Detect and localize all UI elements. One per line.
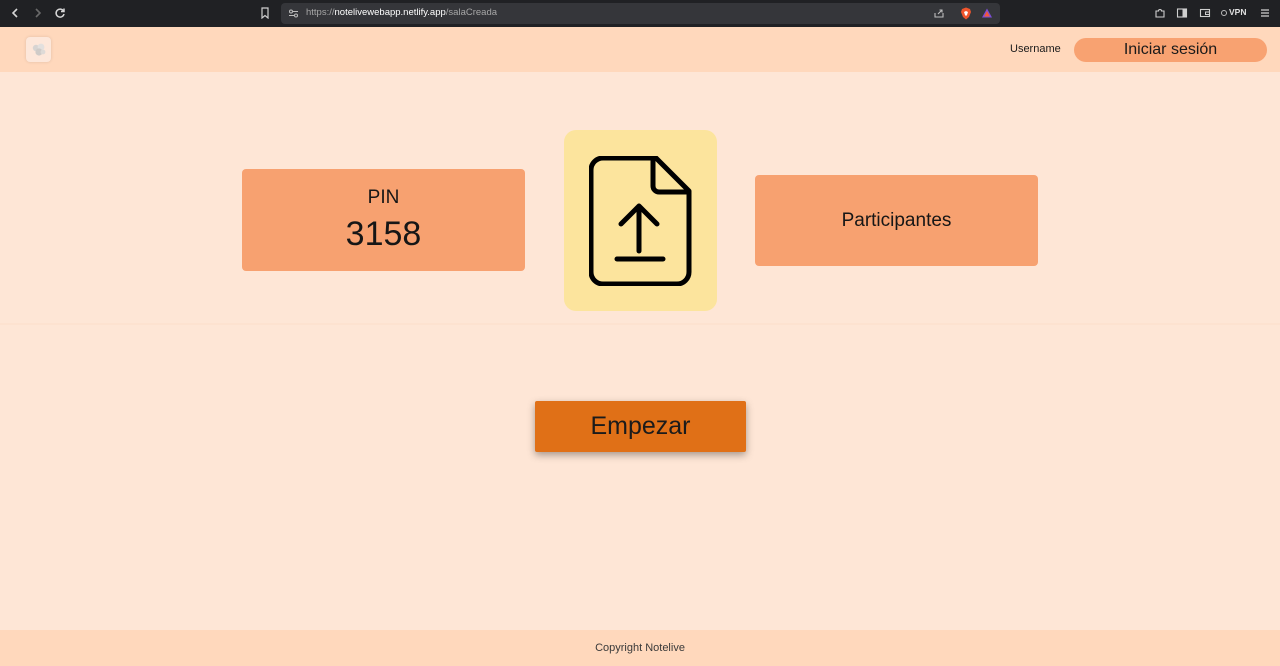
- bookmark-icon[interactable]: [258, 6, 272, 20]
- menu-icon[interactable]: [1258, 6, 1272, 20]
- wallet-icon[interactable]: [1198, 6, 1212, 20]
- file-upload-icon: [588, 155, 691, 286]
- brave-rewards-icon[interactable]: [980, 6, 994, 20]
- footer: Copyright Notelive: [0, 630, 1280, 666]
- forward-icon[interactable]: [30, 5, 46, 21]
- start-button-label: Empezar: [590, 412, 691, 440]
- address-bar[interactable]: https://notelivewebapp.netlify.app/salaC…: [281, 3, 1000, 24]
- start-button[interactable]: Empezar: [535, 401, 746, 452]
- participants-card[interactable]: Participantes: [755, 175, 1038, 266]
- pin-card: PIN 3158: [242, 169, 525, 271]
- site-info-icon[interactable]: [286, 6, 300, 20]
- brave-shield-icon[interactable]: [959, 6, 973, 20]
- file-upload-button[interactable]: [564, 130, 717, 311]
- username-label: Username: [1010, 43, 1061, 55]
- url-text[interactable]: https://notelivewebapp.netlify.app/salaC…: [306, 7, 497, 18]
- share-icon[interactable]: [932, 6, 946, 20]
- browser-toolbar: https://notelivewebapp.netlify.app/salaC…: [0, 0, 1280, 27]
- vpn-button[interactable]: VPN: [1221, 7, 1246, 17]
- pin-label: PIN: [367, 187, 400, 208]
- sidebar-icon[interactable]: [1175, 6, 1189, 20]
- vpn-icon: [1221, 9, 1227, 16]
- login-button[interactable]: Iniciar sesión: [1074, 38, 1267, 62]
- pin-value: 3158: [345, 215, 422, 253]
- extensions-icon[interactable]: [1153, 6, 1167, 20]
- notelive-logo-icon[interactable]: [26, 37, 51, 62]
- reload-icon[interactable]: [52, 5, 68, 21]
- app-header: Username Iniciar sesión: [0, 27, 1280, 72]
- copyright-text: Copyright Notelive: [595, 642, 685, 654]
- participants-label: Participantes: [841, 209, 952, 231]
- back-icon[interactable]: [7, 5, 23, 21]
